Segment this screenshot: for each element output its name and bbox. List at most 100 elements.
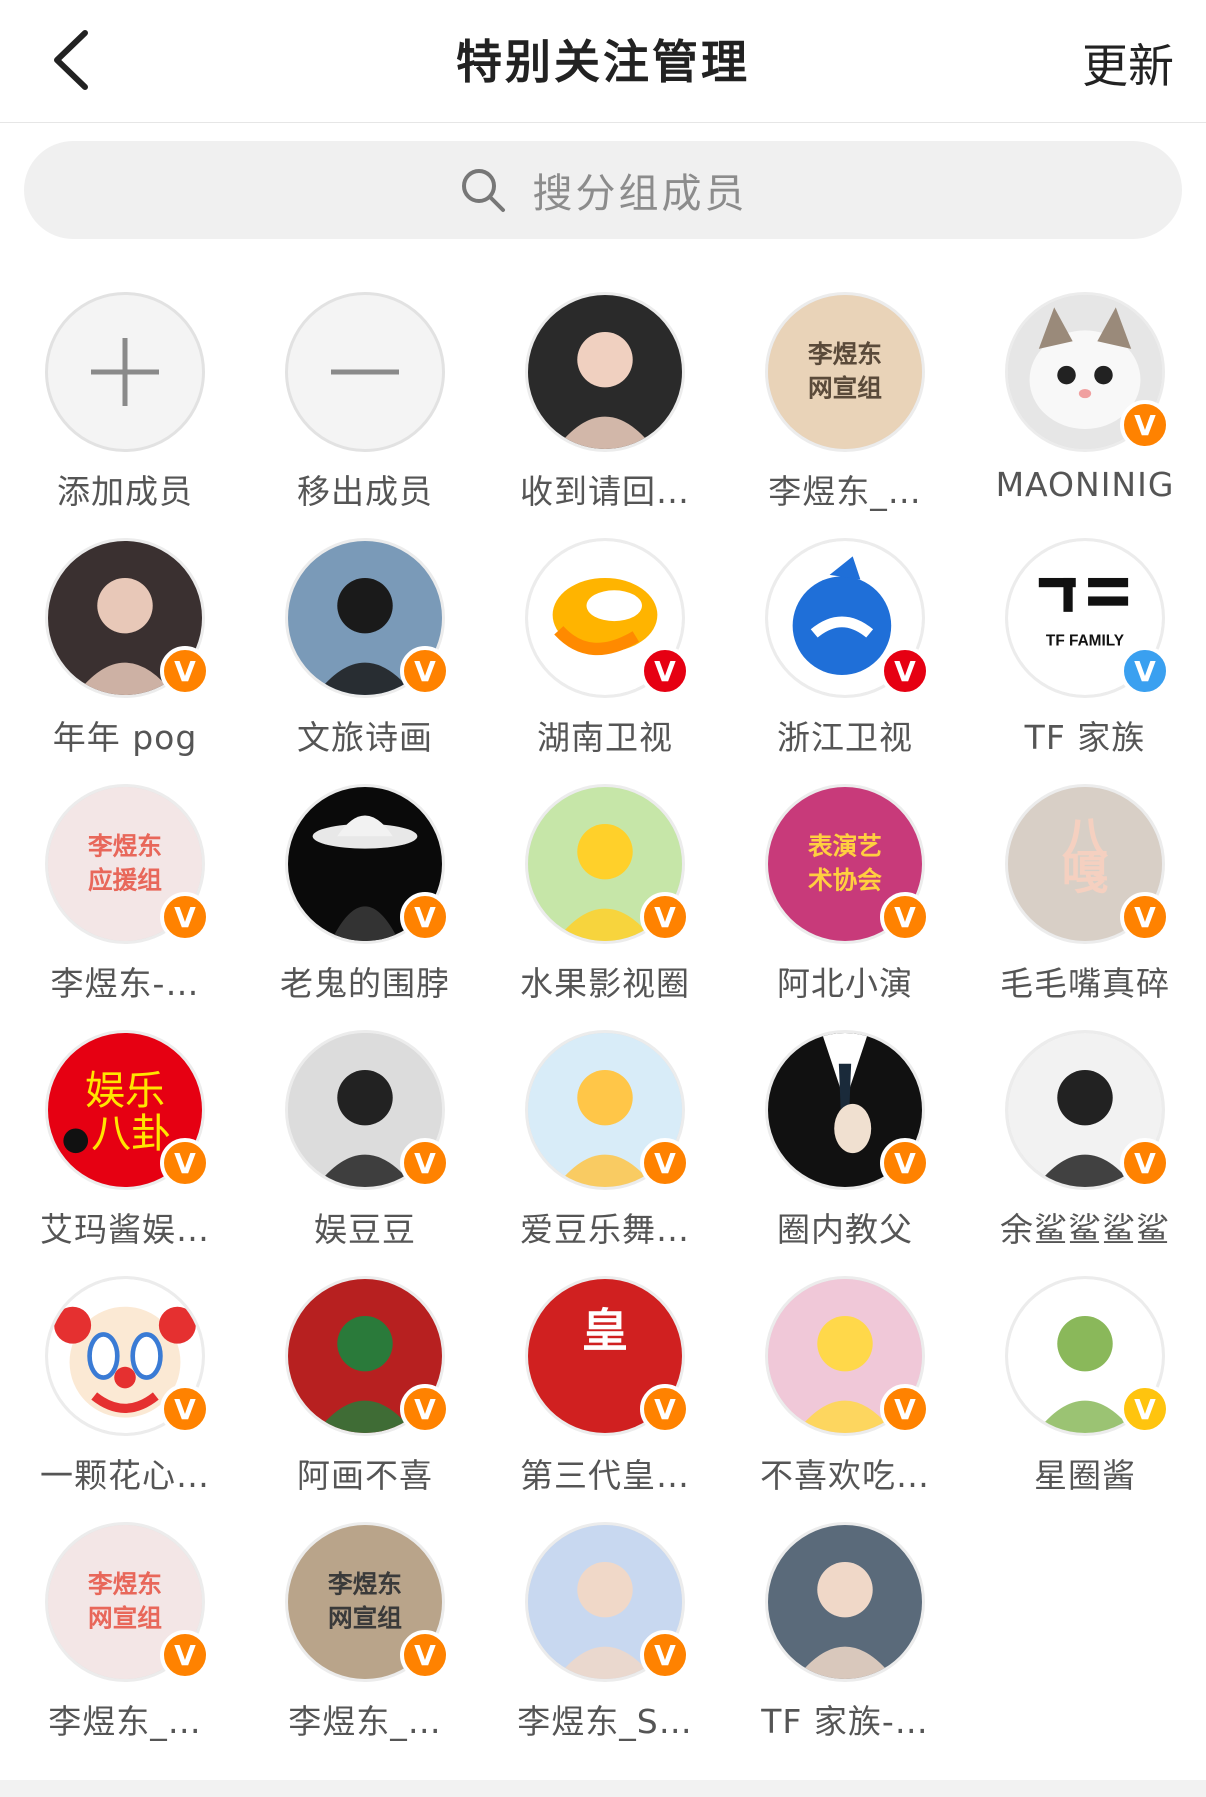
member-item[interactable]: V 娱豆豆 (240, 1028, 480, 1274)
page-title: 特别关注管理 (456, 35, 750, 89)
remove-member-button[interactable]: 移出成员 (240, 290, 480, 536)
member-item[interactable]: 李煜东 网宣组李煜东_… (720, 290, 960, 536)
svg-text:TF FAMILY: TF FAMILY (1046, 633, 1125, 650)
member-name: 收到请回… (520, 472, 690, 511)
member-item[interactable]: V 阿画不喜 (240, 1274, 480, 1520)
avatar[interactable]: 李煜东 网宣组 (765, 292, 925, 452)
member-item[interactable]: TF FAMILY V TF 家族 (960, 536, 1200, 782)
svg-text:娱乐: 娱乐 (85, 1068, 165, 1114)
add-member-label: 添加成员 (57, 472, 193, 511)
verified-badge-icon: V (160, 1630, 210, 1680)
member-item[interactable]: V 一颗花心… (0, 1274, 240, 1520)
member-name: 年年 pog (52, 718, 198, 757)
verified-badge-icon: V (1120, 646, 1170, 696)
member-item[interactable]: V 老鬼的围脖 (240, 782, 480, 1028)
verified-badge-icon: V (160, 646, 210, 696)
verified-badge-icon: V (400, 646, 450, 696)
member-item[interactable]: 八 嘎 V 毛毛嘴真碎 (960, 782, 1200, 1028)
update-button[interactable]: 更新 (1082, 30, 1174, 96)
svg-text:应援组: 应援组 (88, 866, 162, 895)
member-name: 艾玛酱娱… (40, 1210, 210, 1249)
member-item[interactable]: 娱乐 八卦 V 艾玛酱娱… (0, 1028, 240, 1274)
verified-badge-icon: V (880, 1138, 930, 1188)
verified-badge-icon: V (880, 646, 930, 696)
member-name: 李煜东_… (288, 1702, 442, 1741)
member-item[interactable]: V 文旅诗画 (240, 536, 480, 782)
verified-badge-icon: V (160, 1384, 210, 1434)
member-item[interactable]: 皇 V 第三代皇… (480, 1274, 720, 1520)
member-name: 毛毛嘴真碎 (1000, 964, 1170, 1003)
member-item[interactable]: 李煜东 网宣组 V 李煜东_… (0, 1520, 240, 1766)
member-item[interactable]: 表演艺 术协会 V 阿北小演 (720, 782, 960, 1028)
plus-icon (91, 338, 159, 406)
svg-text:网宣组: 网宣组 (328, 1604, 402, 1633)
member-name: 湖南卫视 (537, 718, 673, 757)
svg-text:李煜东: 李煜东 (88, 1570, 162, 1599)
svg-text:术协会: 术协会 (808, 866, 882, 895)
member-name: 圈内教父 (777, 1210, 913, 1249)
add-member-button[interactable]: 添加成员 (0, 290, 240, 536)
verified-badge-icon: V (400, 1384, 450, 1434)
member-name: 李煜东_… (768, 472, 922, 511)
member-item[interactable]: V 圈内教父 (720, 1028, 960, 1274)
verified-badge-icon: V (640, 646, 690, 696)
avatar[interactable] (765, 1522, 925, 1682)
svg-text:网宣组: 网宣组 (808, 374, 882, 403)
member-name: MAONINIG (995, 465, 1175, 504)
minus-icon (331, 369, 399, 375)
member-name: 李煜东-… (50, 964, 200, 1003)
remove-member-circle[interactable] (285, 292, 445, 452)
member-name: 第三代皇… (520, 1456, 690, 1495)
top-bar: 特别关注管理 更新 (0, 0, 1206, 123)
verified-badge-icon: V (640, 1630, 690, 1680)
member-name: 余鲨鲨鲨鲨 (1000, 1210, 1170, 1249)
member-item[interactable]: V 不喜欢吃… (720, 1274, 960, 1520)
verified-badge-icon: V (160, 1138, 210, 1188)
member-item[interactable]: V 年年 pog (0, 536, 240, 782)
member-name: 一颗花心… (40, 1456, 210, 1495)
verified-badge-icon: V (640, 1138, 690, 1188)
search-icon (461, 169, 505, 212)
verified-badge-icon: V (1120, 1138, 1170, 1188)
member-item[interactable]: V MAONINIG (960, 290, 1200, 536)
member-name: 阿北小演 (777, 964, 913, 1003)
member-item[interactable]: V 李煜东_S… (480, 1520, 720, 1766)
bottom-strip (0, 1780, 1206, 1797)
member-item[interactable]: V 余鲨鲨鲨鲨 (960, 1028, 1200, 1274)
member-name: 浙江卫视 (777, 718, 913, 757)
svg-text:李煜东: 李煜东 (328, 1570, 402, 1599)
search-bar[interactable]: 搜分组成员 (24, 141, 1182, 239)
svg-text:嘎: 嘎 (1062, 846, 1108, 900)
remove-member-label: 移出成员 (297, 472, 433, 511)
member-item[interactable]: TF 家族-… (720, 1520, 960, 1766)
verified-badge-icon: V (400, 1138, 450, 1188)
member-name: 星圈酱 (1034, 1456, 1136, 1495)
avatar[interactable] (525, 292, 685, 452)
member-item[interactable]: V 浙江卫视 (720, 536, 960, 782)
svg-text:李煜东: 李煜东 (808, 340, 882, 369)
verified-badge-icon: V (160, 892, 210, 942)
verified-badge-icon: V (880, 892, 930, 942)
member-name: 爱豆乐舞… (520, 1210, 690, 1249)
member-name: TF 家族 (1024, 718, 1146, 757)
member-name: 阿画不喜 (297, 1456, 433, 1495)
verified-badge-icon: V (1120, 1384, 1170, 1434)
svg-text:表演艺: 表演艺 (808, 832, 882, 861)
member-item[interactable]: V 水果影视圈 (480, 782, 720, 1028)
member-item[interactable]: 李煜东 网宣组 V 李煜东_… (240, 1520, 480, 1766)
member-name: 文旅诗画 (297, 718, 433, 757)
add-member-circle[interactable] (45, 292, 205, 452)
member-item[interactable]: V 爱豆乐舞… (480, 1028, 720, 1274)
svg-text:网宣组: 网宣组 (88, 1604, 162, 1633)
verified-badge-icon: V (1120, 400, 1170, 450)
svg-text:皇: 皇 (582, 1304, 628, 1358)
member-item[interactable]: 收到请回… (480, 290, 720, 536)
verified-badge-icon: V (640, 1384, 690, 1434)
member-name: 李煜东_S… (517, 1702, 693, 1741)
member-item[interactable]: V 星圈酱 (960, 1274, 1200, 1520)
member-item[interactable]: 李煜东 应援组 V 李煜东-… (0, 782, 240, 1028)
verified-badge-icon: V (1120, 892, 1170, 942)
member-name: 水果影视圈 (520, 964, 690, 1003)
member-item[interactable]: V 湖南卫视 (480, 536, 720, 782)
member-name: 娱豆豆 (314, 1210, 416, 1249)
